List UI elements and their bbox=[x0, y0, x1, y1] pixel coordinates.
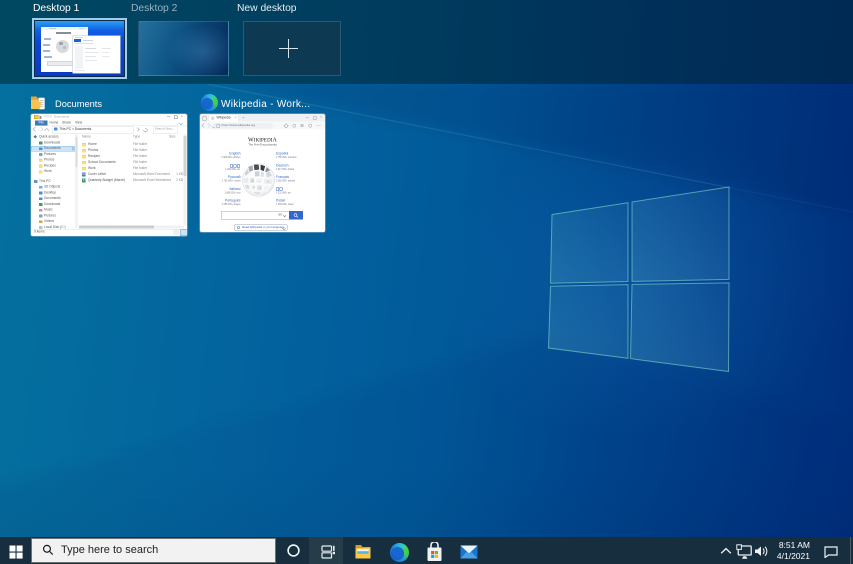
svg-text:Ω: Ω bbox=[253, 186, 255, 189]
svg-text:Д: Д bbox=[259, 187, 261, 190]
